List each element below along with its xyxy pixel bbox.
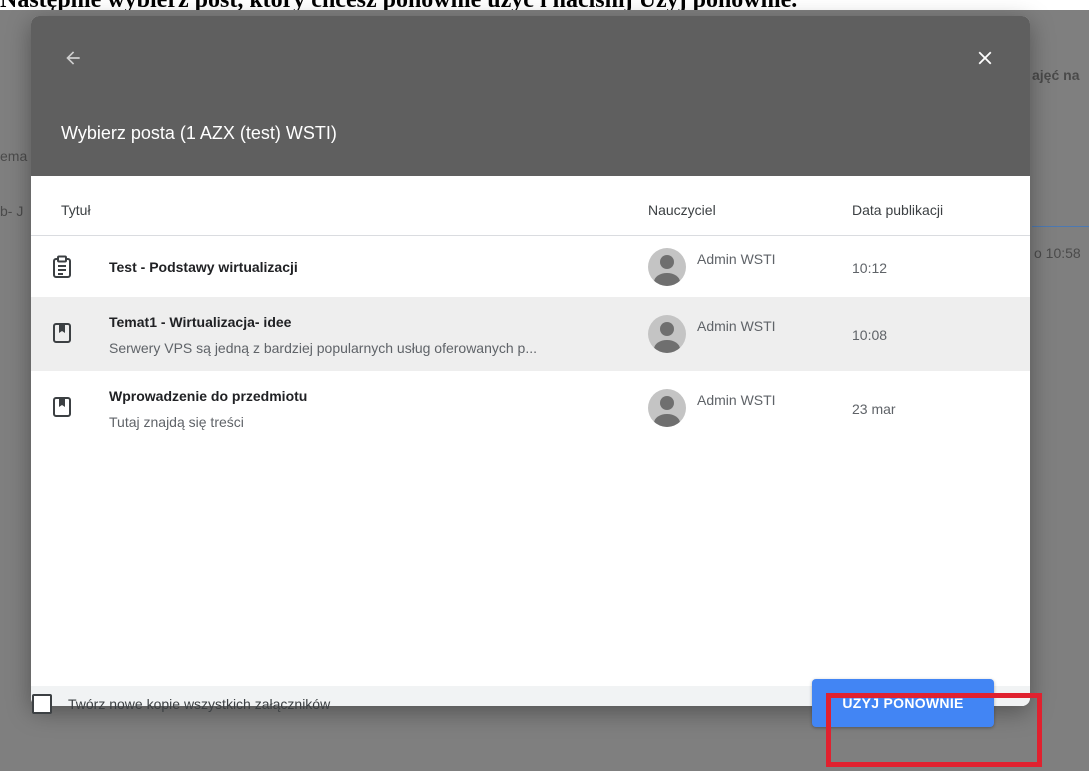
close-icon [974,47,996,74]
dialog-title: Wybierz posta (1 AZX (test) WSTI) [61,123,337,143]
close-button[interactable] [965,40,1005,80]
back-button[interactable] [53,40,93,80]
avatar [648,389,686,427]
dialog-header: Wybierz posta (1 AZX (test) WSTI) [31,16,1030,176]
background-time-fragment: o 10:58 [1034,245,1081,261]
column-teacher: Nauczyciel [648,202,716,218]
background-divider [1032,226,1089,227]
table-row-selected[interactable]: Temat1 - Wirtualizacja- idee Serwery VPS… [31,297,1030,371]
teacher-name: Admin WSTI [697,251,776,267]
assignment-icon [51,255,73,284]
avatar [648,248,686,286]
publish-date: 10:12 [852,260,888,276]
teacher-name: Admin WSTI [697,392,776,408]
post-description: Tutaj znajdą się treści [109,414,244,430]
teacher-name: Admin WSTI [697,318,776,334]
copy-attachments-label[interactable]: Twórz nowe kopie wszystkich załączników [68,696,330,712]
avatar [648,315,686,353]
table-row[interactable]: Wprowadzenie do przedmiotu Tutaj znajdą … [31,371,1030,445]
publish-date: 23 mar [852,401,896,417]
table-row[interactable]: Test - Podstawy wirtualizacji Admin WSTI… [31,237,1030,297]
background-text-fragment: b- J [0,203,24,219]
column-date: Data publikacji [852,202,944,218]
reuse-post-dialog: Wybierz posta (1 AZX (test) WSTI) Tytuł … [31,16,1030,706]
post-title: Test - Podstawy wirtualizacji [109,259,298,275]
copy-attachments-checkbox[interactable] [32,694,52,714]
material-icon [51,395,73,424]
arrow-back-icon [63,48,83,73]
material-icon [51,321,73,350]
table-header: Tytuł Nauczyciel Data publikacji [31,176,1030,236]
reuse-button[interactable]: UŻYJ PONOWNIE [812,679,994,727]
post-title: Temat1 - Wirtualizacja- idee [109,314,292,330]
caption-text: Następnie wybierz post, który chcesz pon… [0,0,797,10]
post-title: Wprowadzenie do przedmiotu [109,388,308,404]
background-heading-fragment: ajęć na [1032,67,1080,83]
column-title: Tytuł [61,202,91,218]
post-description: Serwery VPS są jedną z bardziej popularn… [109,340,538,356]
instruction-caption: Następnie wybierz post, który chcesz pon… [0,0,1089,10]
background-text-fragment: ema [0,148,28,164]
publish-date: 10:08 [852,327,888,343]
